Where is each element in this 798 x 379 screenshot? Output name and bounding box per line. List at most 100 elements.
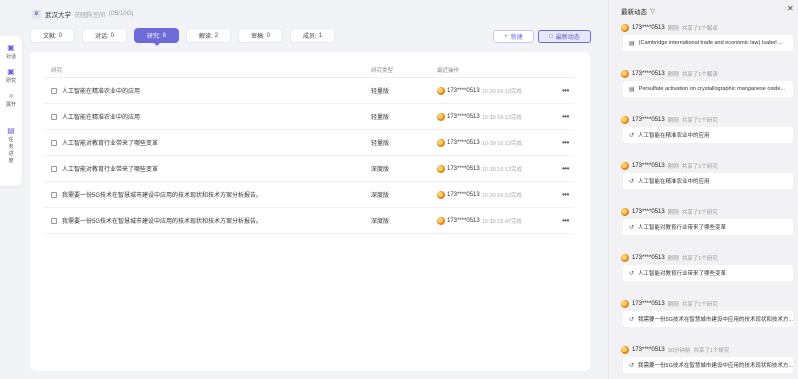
tab-interpretation[interactable]: 解读: 2: [186, 28, 231, 43]
tab-members[interactable]: 成员: 1: [290, 28, 335, 43]
research-title[interactable]: 人工智能对教育行业带来了哪些变革: [62, 138, 158, 147]
plus-icon: +: [504, 33, 508, 40]
operation-user: 173****0513: [447, 113, 480, 120]
activity-text: (Cambridge international trade and econo…: [638, 40, 783, 46]
activity-item: 173****0513 刚刚 共享了1个研究 ↺ 我需要一份5G技术在智慧城市建…: [621, 298, 793, 344]
operation-user: 173****0513: [447, 217, 480, 224]
university-logo-icon: ♛: [32, 9, 41, 19]
latest-activity-button[interactable]: □ 最新动态: [538, 30, 591, 43]
activity-time: 刚刚: [667, 163, 679, 170]
table-row[interactable]: 人工智能在精准农业中的应用 轻量版 173****0513 10-30 16:1…: [44, 104, 574, 130]
research-title[interactable]: 人工智能在精准农业中的应用: [62, 86, 140, 95]
task-icon: ▤: [7, 126, 15, 135]
filter-icon[interactable]: ▽: [650, 7, 655, 15]
avatar: [621, 253, 629, 262]
avatar: [621, 207, 629, 216]
chat-icon: ▣: [7, 43, 15, 52]
avatar: [621, 115, 629, 124]
activity-link[interactable]: ↺ 我需要一份5G技术在智慧城市建设中应用的技术现状和技术方...: [623, 311, 793, 327]
table-row[interactable]: 我需要一份5G技术在智慧城市建设中应用的技术现状和技术方案分析报告。 深度版 1…: [44, 182, 574, 208]
rail-item-label: 对话: [5, 54, 16, 60]
activity-user: 173****0513: [632, 208, 665, 215]
operation-user: 173****0513: [447, 191, 480, 198]
more-options-icon[interactable]: •••: [562, 164, 569, 173]
activity-link[interactable]: ↺ 人工智能对教育行业带来了哪些变革: [623, 219, 793, 235]
more-options-icon[interactable]: •••: [562, 112, 569, 121]
tab-count: 0: [110, 32, 114, 39]
rail-item-label: 任务进度: [8, 137, 14, 164]
activity-text: Persulfate activation on crystallographi…: [638, 86, 786, 92]
new-button[interactable]: + 新建: [493, 30, 534, 43]
research-title[interactable]: 人工智能对教育行业带来了哪些变革: [62, 164, 158, 173]
tab-review[interactable]: 审稿: 0: [238, 28, 283, 43]
row-checkbox[interactable]: [51, 113, 57, 120]
row-checkbox[interactable]: [51, 191, 57, 198]
activity-meta: 173****0513 刚刚 共享了1个研究: [621, 114, 793, 125]
research-type: 深度版: [371, 167, 390, 173]
avatar: [437, 112, 445, 121]
table-row[interactable]: 我需要一份5G技术在智慧城市建设中应用的技术现状和技术方案分析报告。 深度版 1…: [44, 208, 574, 234]
avatar: [621, 69, 629, 78]
research-type: 轻量版: [371, 89, 390, 95]
more-options-icon[interactable]: •••: [562, 190, 569, 199]
activity-link[interactable]: ▤ (Cambridge international trade and eco…: [623, 35, 793, 51]
research-type: 深度版: [371, 193, 390, 199]
table-row[interactable]: 人工智能在精准农业中的应用 轻量版 173****0513 10-30 16:1…: [44, 78, 574, 104]
more-options-icon[interactable]: •••: [562, 216, 569, 225]
document-icon: ▤: [629, 86, 635, 93]
category-tabs: 文献: 0 对话: 0 研究: 6 解读: 2 审稿: 0 成员: 1: [30, 28, 335, 46]
tab-literature[interactable]: 文献: 0: [30, 28, 75, 43]
table-row[interactable]: 人工智能对教育行业带来了哪些变革 轻量版 173****0513 10-30 1…: [44, 130, 574, 156]
research-icon: ↺: [629, 132, 635, 139]
operation-user: 173****0513: [447, 139, 480, 146]
panel-title: 最新动态: [621, 9, 647, 16]
rail-item-expand[interactable]: » 展开: [0, 88, 22, 112]
activity-meta: 173****0513 30分钟前 共享了1个研究: [621, 344, 793, 355]
research-title[interactable]: 我需要一份5G技术在智慧城市建设中应用的技术现状和技术方案分析报告。: [62, 190, 262, 199]
row-checkbox[interactable]: [51, 217, 57, 224]
document-icon: ▤: [629, 40, 635, 47]
avatar: [621, 161, 629, 170]
last-operation: 173****0513 10-30 16:13完成: [437, 190, 523, 199]
research-icon: ↺: [629, 224, 635, 231]
last-operation: 173****0513 10-30 16:13完成: [437, 164, 522, 173]
operation-time: 10-30 16:13完成: [481, 192, 523, 199]
activity-item: 173****0513 刚刚 共享了1个研究 ↺ 人工智能在精准农业中的应用: [621, 160, 793, 206]
rail-item-research[interactable]: ▣ 研究: [0, 64, 22, 88]
activity-text: 人工智能对教育行业带来了哪些变革: [638, 271, 727, 277]
activity-text: 我需要一份5G技术在智慧城市建设中应用的技术现状和技术方...: [638, 317, 793, 323]
university-name: 武汉大学: [45, 12, 71, 19]
tab-dialog[interactable]: 对话: 0: [82, 28, 127, 43]
rail-item-label: 研究: [5, 78, 16, 84]
activity-user: 173****0513: [632, 254, 665, 261]
close-icon[interactable]: ✕: [787, 4, 794, 13]
activity-link[interactable]: ↺ 我需要一份5G技术在智慧城市建设中应用的技术现状和技术方...: [623, 357, 793, 373]
rail-item-task-progress[interactable]: ▤ 任务进度: [0, 126, 22, 165]
expand-icon: »: [8, 91, 14, 100]
activity-link[interactable]: ↺ 人工智能在精准农业中的应用: [623, 173, 793, 189]
activity-link[interactable]: ▤ Persulfate activation on crystallograp…: [623, 81, 793, 97]
tab-count: 1: [318, 32, 322, 39]
research-title[interactable]: 人工智能在精准农业中的应用: [62, 112, 140, 121]
row-checkbox[interactable]: [51, 139, 57, 146]
more-options-icon[interactable]: •••: [562, 86, 569, 95]
activity-meta: 173****0513 刚刚 共享了1个解读: [621, 22, 793, 33]
research-icon: ↺: [629, 270, 635, 277]
column-header-last-operation: 最近操作: [437, 67, 460, 74]
activity-link[interactable]: ↺ 人工智能对教育行业带来了哪些变革: [623, 265, 793, 281]
activity-meta: 173****0513 刚刚 共享了1个研究: [621, 160, 793, 171]
more-options-icon[interactable]: •••: [562, 138, 569, 147]
last-operation: 173****0513 10-30 15:47完成: [437, 216, 522, 225]
tab-label: 审稿:: [250, 34, 265, 40]
avatar: [621, 299, 629, 308]
tab-count: 6: [162, 32, 166, 39]
research-title[interactable]: 我需要一份5G技术在智慧城市建设中应用的技术现状和技术方案分析报告。: [62, 216, 262, 225]
avatar: [437, 190, 445, 199]
activity-link[interactable]: ↺ 人工智能在精准农业中的应用: [623, 127, 793, 143]
table-row[interactable]: 人工智能对教育行业带来了哪些变革 深度版 173****0513 10-30 1…: [44, 156, 574, 182]
tab-research[interactable]: 研究: 6: [134, 28, 179, 46]
row-checkbox[interactable]: [51, 87, 57, 94]
row-checkbox[interactable]: [51, 165, 57, 172]
rail-item-chat[interactable]: ▣ 对话: [0, 40, 22, 64]
research-type: 深度版: [371, 219, 390, 225]
